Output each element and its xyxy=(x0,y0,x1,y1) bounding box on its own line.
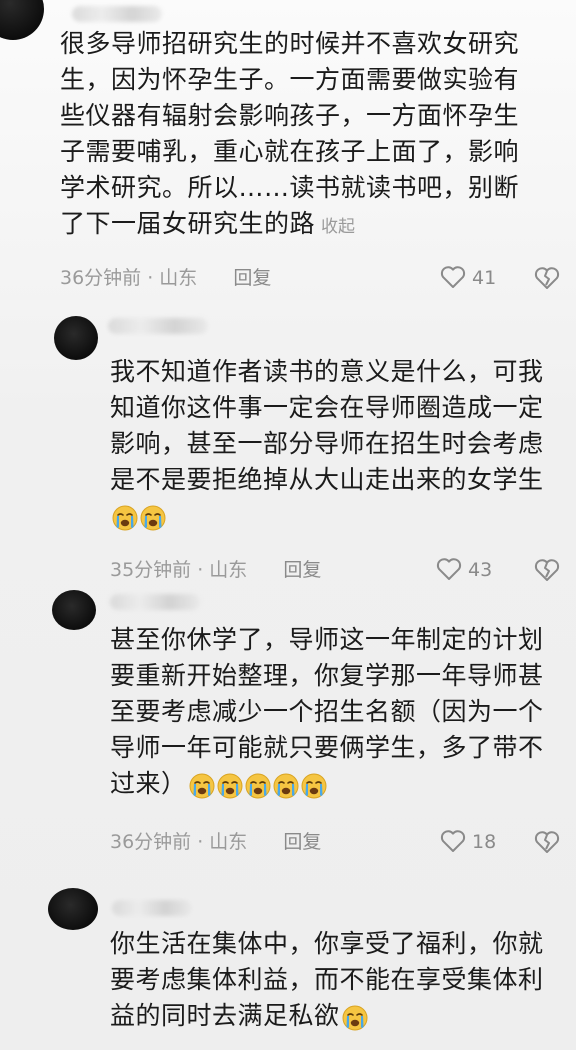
comment-line: 生，因为怀孕生子。一方面需要做实验有 xyxy=(60,65,520,94)
comment-line: 了下一届女研究生的路 xyxy=(60,209,316,238)
like-button[interactable]: 41 xyxy=(440,264,496,292)
comment-line: 要考虑集体利益，而不能在享受集体利 xyxy=(110,965,544,994)
comment-line: 很多导师招研究生的时候并不喜欢女研究 xyxy=(60,29,520,58)
comment-line-last: 过来） xyxy=(110,766,570,803)
reply-button[interactable]: 回复 xyxy=(233,264,271,292)
avatar[interactable] xyxy=(52,590,96,630)
crying-face-emoji xyxy=(140,505,166,531)
reply-button[interactable]: 回复 xyxy=(283,828,321,856)
emoji-row xyxy=(342,999,370,1035)
crying-face-emoji xyxy=(273,773,299,799)
comment-line: 知道你这件事一定会在导师圈造成一定 xyxy=(110,393,544,422)
comment-line: 你生活在集体中，你享受了福利，你就 xyxy=(110,929,544,958)
emoji-row xyxy=(189,767,329,803)
comment-meta: 36分钟前 · 山东 回复 xyxy=(110,828,321,856)
comment-line: 子需要哺乳，重心就在孩子上面了，影响 xyxy=(60,137,520,166)
comment-line: 要重新开始整理，你复学那一年导师甚 xyxy=(110,661,544,690)
comment-1: 很多导师招研究生的时候并不喜欢女研究 生，因为怀孕生子。一方面需要做实验有 些仪… xyxy=(0,0,576,300)
comment-text: 你生活在集体中，你享受了福利，你就 要考虑集体利益，而不能在享受集体利 益的同时… xyxy=(110,926,570,1035)
timestamp-location: 36分钟前 · 山东 xyxy=(110,831,248,853)
emoji-line xyxy=(110,498,570,535)
broken-heart-icon xyxy=(534,831,560,858)
emoji-group xyxy=(340,1001,370,1031)
comment-line: 益的同时去满足私欲 xyxy=(110,1001,340,1030)
crying-face-emoji xyxy=(217,773,243,799)
comment-line: 是不是要拒绝掉从大山走出来的女学生 xyxy=(110,465,544,494)
crying-face-emoji xyxy=(301,773,327,799)
comment-text: 甚至你休学了，导师这一年制定的计划 要重新开始整理，你复学那一年导师甚 至要考虑… xyxy=(110,622,570,803)
broken-heart-icon xyxy=(534,267,560,294)
comment-line: 些仪器有辐射会影响孩子，一方面怀孕生 xyxy=(60,101,520,130)
heart-outline-icon xyxy=(436,558,468,581)
comment-line: 导师一年可能就只要俩学生，多了带不 xyxy=(110,733,544,762)
avatar[interactable] xyxy=(48,888,98,930)
like-count: 18 xyxy=(472,831,497,853)
comment-2: 我不知道作者读书的意义是什么，可我 知道你这件事一定会在导师圈造成一定 影响，甚… xyxy=(0,300,576,590)
dislike-button[interactable] xyxy=(534,266,560,292)
comment-line-last: 了下一届女研究生的路 收起 xyxy=(60,206,560,245)
comment-line: 我不知道作者读书的意义是什么，可我 xyxy=(110,357,544,386)
comment-3: 甚至你休学了，导师这一年制定的计划 要重新开始整理，你复学那一年导师甚 至要考虑… xyxy=(0,580,576,870)
comment-line: 影响，甚至一部分导师在招生时会考虑 xyxy=(110,429,544,458)
like-count: 41 xyxy=(472,267,497,289)
avatar[interactable] xyxy=(54,316,98,360)
collapse-link[interactable]: 收起 xyxy=(321,217,355,237)
emoji-row xyxy=(112,499,168,535)
comment-line: 甚至你休学了，导师这一年制定的计划 xyxy=(110,625,544,654)
comment-line-last: 益的同时去满足私欲 xyxy=(110,998,570,1035)
crying-face-emoji xyxy=(342,1005,368,1031)
comment-text: 很多导师招研究生的时候并不喜欢女研究 生，因为怀孕生子。一方面需要做实验有 些仪… xyxy=(60,26,560,245)
username-blurred[interactable] xyxy=(108,318,208,334)
timestamp-location: 36分钟前 · 山东 xyxy=(60,267,198,289)
avatar[interactable] xyxy=(0,0,44,40)
comment-line: 学术研究。所以……读书就读书吧，别断 xyxy=(60,173,520,202)
comment-line: 过来） xyxy=(110,769,187,798)
crying-face-emoji xyxy=(245,773,271,799)
comment-line: 至要考虑减少一个招生名额（因为一个 xyxy=(110,697,544,726)
username-blurred[interactable] xyxy=(72,6,162,22)
username-blurred[interactable] xyxy=(112,900,192,916)
heart-outline-icon xyxy=(440,830,472,853)
comment-meta: 36分钟前 · 山东 回复 xyxy=(60,264,271,292)
comment-4: 你生活在集体中，你享受了福利，你就 要考虑集体利益，而不能在享受集体利 益的同时… xyxy=(0,880,576,1050)
like-count: 43 xyxy=(468,559,493,581)
comment-text: 我不知道作者读书的意义是什么，可我 知道你这件事一定会在导师圈造成一定 影响，甚… xyxy=(110,354,570,535)
crying-face-emoji xyxy=(112,505,138,531)
heart-outline-icon xyxy=(440,266,472,289)
like-button[interactable]: 18 xyxy=(440,828,496,856)
username-blurred[interactable] xyxy=(110,594,200,610)
crying-face-emoji xyxy=(189,773,215,799)
emoji-group xyxy=(187,769,329,799)
dislike-button[interactable] xyxy=(534,830,560,856)
